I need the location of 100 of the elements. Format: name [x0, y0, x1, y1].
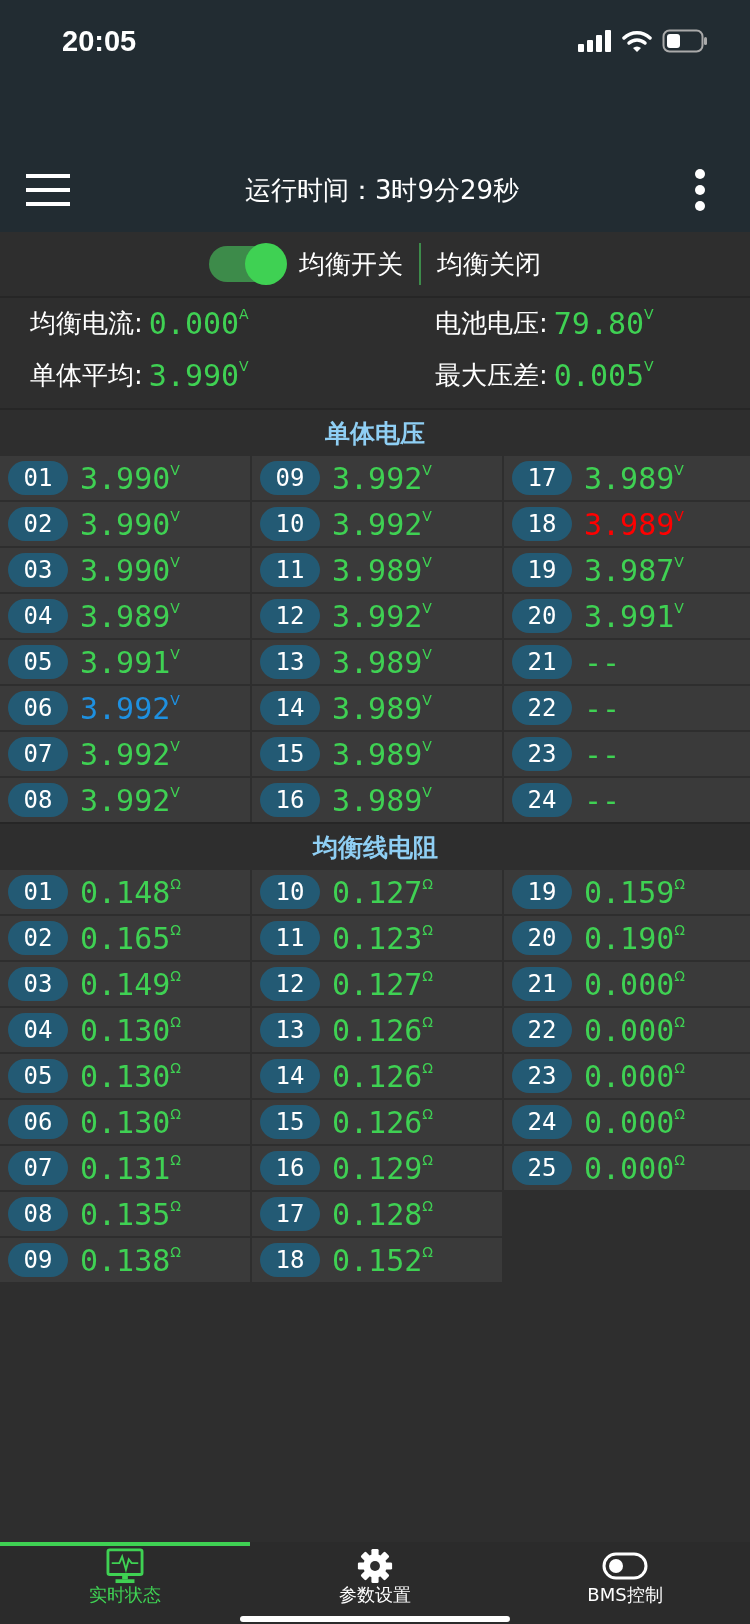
cell-value: 0.128 [332, 1196, 423, 1232]
switch-label: 均衡开关 [299, 247, 403, 281]
battery-icon [662, 29, 708, 53]
cell-value: 0.126 [332, 1012, 423, 1048]
cell-value: -- [584, 736, 621, 772]
cell-number: 14 [260, 1059, 320, 1093]
cell-number: 05 [8, 1059, 68, 1093]
unit-label: Ω [170, 1152, 181, 1168]
cell-value: 0.130 [80, 1012, 171, 1048]
unit-label: V [644, 358, 654, 374]
header-title: 运行时间：3时9分29秒 [244, 173, 520, 207]
cell-number: 19 [512, 553, 572, 587]
cell-value: 0.000 [584, 1012, 675, 1048]
unit-label: V [674, 600, 684, 616]
cell-number: 07 [8, 1151, 68, 1185]
cell-value: 0.127 [332, 966, 423, 1002]
unit-label: Ω [170, 1198, 181, 1214]
unit-label: V [170, 508, 180, 524]
unit-label: Ω [170, 1060, 181, 1076]
more-icon [694, 168, 706, 212]
cell-value: 0.190 [584, 920, 675, 956]
unit-label: Ω [674, 876, 685, 892]
cell-number: 17 [260, 1197, 320, 1231]
unit-label: V [644, 306, 654, 322]
cell-number: 06 [8, 691, 68, 725]
cell-value: -- [584, 690, 621, 726]
cell-number: 09 [260, 461, 320, 495]
cell-value: 0.159 [584, 874, 675, 910]
cell-number: 04 [8, 1013, 68, 1047]
cell-number: 12 [260, 967, 320, 1001]
cell-value: 3.989 [332, 690, 423, 726]
unit-label: Ω [170, 1014, 181, 1030]
cell-number: 16 [260, 1151, 320, 1185]
cell-number: 23 [512, 1059, 572, 1093]
cell-number: 22 [512, 1013, 572, 1047]
cell-number: 02 [8, 507, 68, 541]
unit-label: Ω [170, 968, 181, 984]
unit-label: Ω [674, 1152, 685, 1168]
cell-number: 17 [512, 461, 572, 495]
unit-label: Ω [170, 876, 181, 892]
cell-number: 04 [8, 599, 68, 633]
unit-label: Ω [422, 1244, 433, 1260]
unit-label: V [170, 784, 180, 800]
unit-label: V [674, 554, 684, 570]
cell-number: 21 [512, 967, 572, 1001]
unit-label: Ω [674, 1014, 685, 1030]
cell-value: 0.000 [584, 966, 675, 1002]
unit-label: Ω [674, 922, 685, 938]
cell-number: 24 [512, 1105, 572, 1139]
cell-value: 3.989 [332, 736, 423, 772]
cell-value: 3.992 [80, 690, 171, 726]
cell-value: 3.991 [584, 598, 675, 634]
cell-value: 0.131 [80, 1150, 171, 1186]
cell-number: 01 [8, 875, 68, 909]
unit-label: V [674, 462, 684, 478]
cell-number: 19 [512, 875, 572, 909]
cell-value: 3.992 [332, 460, 423, 496]
stat-value: 3.990 [148, 358, 240, 393]
tab-button[interactable]: 实时状态 [0, 1542, 250, 1624]
cell-value: 0.135 [80, 1196, 171, 1232]
stat-label: 均衡电流: [30, 307, 143, 340]
cell-number: 05 [8, 645, 68, 679]
cell-value: 0.123 [332, 920, 423, 956]
unit-label: V [422, 600, 432, 616]
cell-value: 3.989 [332, 782, 423, 818]
cell-number: 14 [260, 691, 320, 725]
balance-status: 均衡关闭 [437, 247, 541, 281]
status-time: 20:05 [62, 24, 137, 58]
cell-number: 06 [8, 1105, 68, 1139]
unit-label: Ω [170, 1106, 181, 1122]
stat-label: 单体平均: [30, 359, 143, 392]
cell-value: 3.990 [80, 506, 171, 542]
cell-value: 3.987 [584, 552, 675, 588]
unit-label: V [422, 692, 432, 708]
unit-label: V [170, 738, 180, 754]
unit-label: V [422, 784, 432, 800]
cell-number: 03 [8, 553, 68, 587]
cell-number: 20 [512, 921, 572, 955]
cell-number: 13 [260, 645, 320, 679]
unit-label: V [170, 646, 180, 662]
unit-label: Ω [422, 1152, 433, 1168]
cell-value: -- [584, 782, 621, 818]
cell-number: 22 [512, 691, 572, 725]
unit-label: V [170, 600, 180, 616]
tab-button[interactable]: BMS控制 [500, 1542, 750, 1624]
unit-label: Ω [674, 968, 685, 984]
menu-icon [26, 172, 70, 208]
cell-value: 0.130 [80, 1104, 171, 1140]
unit-label: Ω [422, 876, 433, 892]
unit-label: V [422, 738, 432, 754]
unit-label: Ω [674, 1106, 685, 1122]
cell-value: 0.127 [332, 874, 423, 910]
cell-value: 3.989 [332, 644, 423, 680]
cell-value: 0.152 [332, 1242, 423, 1278]
cell-number: 25 [512, 1151, 572, 1185]
cell-number: 03 [8, 967, 68, 1001]
cell-value: 3.989 [584, 506, 675, 542]
cell-value: 0.000 [584, 1058, 675, 1094]
cell-value: 0.126 [332, 1058, 423, 1094]
signal-icon [578, 30, 612, 52]
